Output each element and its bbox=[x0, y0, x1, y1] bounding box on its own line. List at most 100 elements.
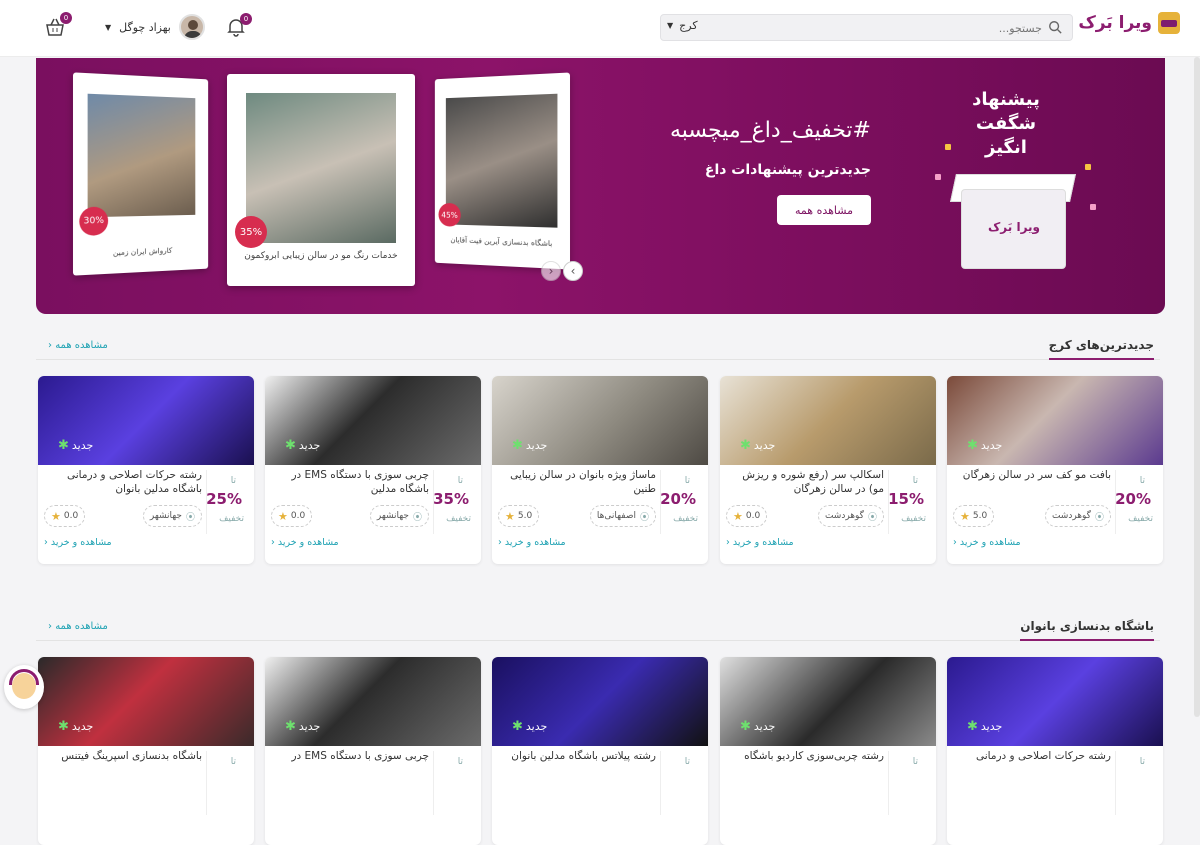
view-and-buy-button[interactable]: مشاهده و خرید ‹ bbox=[271, 537, 339, 548]
discount-upto: تا bbox=[912, 757, 918, 767]
view-and-buy-button[interactable]: مشاهده و خرید ‹ bbox=[44, 537, 112, 548]
product-card[interactable]: جدید ✱ اسکالپ سر (رفع شوره و ریزش مو) در … bbox=[720, 376, 936, 564]
product-card[interactable]: جدید ✱ چربی سوزی با دستگاه EMS در تا bbox=[265, 657, 481, 845]
site-logo[interactable]: ویرا بَرک bbox=[1078, 12, 1180, 34]
city-value: کرج bbox=[679, 19, 698, 32]
product-card[interactable]: جدید ✱ بافت مو کف سر در سالن زهرگان تا 20… bbox=[947, 376, 1163, 564]
star-icon: ★ bbox=[505, 509, 515, 523]
discount-value: 25% bbox=[206, 490, 242, 508]
carousel-next-button[interactable]: › bbox=[563, 261, 583, 281]
new-tag-label: جدید bbox=[980, 720, 1003, 733]
new-tag: جدید ✱ bbox=[58, 438, 93, 453]
logo-icon bbox=[1158, 12, 1180, 34]
product-image: جدید ✱ bbox=[38, 376, 254, 465]
location-pin-icon: ⦿ bbox=[412, 512, 422, 523]
gift-title-line: انگیز bbox=[985, 137, 1027, 158]
new-tag-label: جدید bbox=[753, 439, 776, 452]
view-and-buy-label: مشاهده و خرید bbox=[504, 537, 566, 548]
new-tag: جدید ✱ bbox=[285, 438, 320, 453]
cart-badge: 0 bbox=[60, 12, 72, 24]
hero-card[interactable]: 35% خدمات رنگ مو در سالن زیبایی ابروکمون bbox=[227, 74, 415, 286]
location-pin-icon: ⦿ bbox=[185, 512, 195, 523]
support-chat-button[interactable] bbox=[4, 665, 44, 709]
gift-promo: پیشنهاد شگفت انگیز ویرا بَرک bbox=[921, 74, 1101, 274]
user-menu[interactable]: بهزاد چوگل ▼ bbox=[105, 14, 205, 40]
product-title: ماساژ ویژه بانوان در سالن زیبایی طنین bbox=[510, 469, 656, 495]
new-tag-label: جدید bbox=[298, 439, 321, 452]
discount-upto: تا bbox=[1139, 476, 1145, 486]
confetti bbox=[945, 144, 951, 150]
hero-card-image bbox=[445, 93, 558, 228]
view-and-buy-button[interactable]: مشاهده و خرید ‹ bbox=[953, 537, 1021, 548]
hero-card[interactable]: 30% کارواش ایران زمین bbox=[72, 72, 209, 276]
location-name: جهانشهر bbox=[376, 511, 409, 521]
discount-label: تخفیف bbox=[446, 514, 471, 524]
rating-tag: ★ 0.0 bbox=[726, 505, 768, 527]
chevron-down-icon: ▼ bbox=[667, 21, 674, 30]
discount-upto: تا bbox=[684, 476, 690, 486]
discount-box: تا bbox=[1115, 751, 1159, 815]
new-tag-label: جدید bbox=[753, 720, 776, 733]
discount-upto: تا bbox=[457, 757, 463, 767]
notification-badge: 0 bbox=[240, 13, 252, 25]
product-image: جدید ✱ bbox=[265, 657, 481, 746]
city-select[interactable]: کرج ▼ bbox=[667, 19, 698, 32]
product-title: چربی سوزی با دستگاه EMS در باشگاه مدلین bbox=[291, 469, 429, 495]
star-icon: ★ bbox=[51, 509, 61, 523]
new-tag: جدید ✱ bbox=[740, 719, 775, 734]
sparkle-icon: ✱ bbox=[740, 719, 751, 734]
rating-tag: ★ 5.0 bbox=[953, 505, 995, 527]
star-icon: ★ bbox=[733, 509, 743, 523]
discount-upto: تا bbox=[684, 757, 690, 767]
user-name: بهزاد چوگل bbox=[119, 20, 171, 34]
new-tag-label: جدید bbox=[980, 439, 1003, 452]
gift-box-icon: ویرا بَرک bbox=[961, 189, 1066, 269]
product-card[interactable]: جدید ✱ رشته حرکات اصلاحی و درمانی باشگاه … bbox=[38, 376, 254, 564]
new-tag-label: جدید bbox=[525, 720, 548, 733]
hero-card[interactable]: 45% باشگاه بدنسازی آیرین فیت آقایان bbox=[434, 72, 571, 270]
scrollbar[interactable] bbox=[1194, 57, 1200, 717]
discount-upto: تا bbox=[1139, 757, 1145, 767]
gift-title-line: شگفت bbox=[975, 113, 1037, 134]
new-tag-label: جدید bbox=[71, 720, 94, 733]
gift-title: پیشنهاد شگفت انگیز bbox=[931, 88, 1081, 160]
product-image: جدید ✱ bbox=[947, 657, 1163, 746]
product-image: جدید ✱ bbox=[265, 376, 481, 465]
sparkle-icon: ✱ bbox=[285, 438, 296, 453]
sparkle-icon: ✱ bbox=[512, 719, 523, 734]
search-input[interactable] bbox=[842, 18, 1042, 38]
section-view-all-link[interactable]: مشاهده همه ‹ bbox=[48, 621, 108, 632]
view-and-buy-label: مشاهده و خرید bbox=[959, 537, 1021, 548]
notification-button[interactable]: 0 bbox=[226, 13, 252, 37]
product-card[interactable]: جدید ✱ ماساژ ویژه بانوان در سالن زیبایی ط… bbox=[492, 376, 708, 564]
location-tag: ⦿ اصفهانی‌ها bbox=[589, 505, 656, 527]
discount-box: تا 20% تخفیف bbox=[660, 470, 704, 534]
rating-value: 0.0 bbox=[63, 511, 79, 521]
sparkle-icon: ✱ bbox=[285, 719, 296, 734]
product-title: بافت مو کف سر در سالن زهرگان bbox=[962, 469, 1111, 481]
rating-value: 0.0 bbox=[745, 511, 761, 521]
view-and-buy-button[interactable]: مشاهده و خرید ‹ bbox=[726, 537, 794, 548]
top-header: ویرا بَرک کرج ▼ 0 بهزاد چوگل ▼ 0 bbox=[0, 0, 1200, 57]
product-card[interactable]: جدید ✱ چربی سوزی با دستگاه EMS در باشگاه … bbox=[265, 376, 481, 564]
new-tag-label: جدید bbox=[71, 439, 94, 452]
product-card[interactable]: جدید ✱ رشته حرکات اصلاحی و درمانی تا bbox=[947, 657, 1163, 845]
carousel-prev-button[interactable]: ‹ bbox=[541, 261, 561, 281]
hero-banner: پیشنهاد شگفت انگیز ویرا بَرک #تخفیف_داغ_… bbox=[36, 58, 1165, 314]
product-title: رشته حرکات اصلاحی و درمانی bbox=[975, 750, 1111, 762]
section-view-all-link[interactable]: مشاهده همه ‹ bbox=[48, 340, 108, 351]
hero-hashtag: #تخفیف_داغ_میچسبه bbox=[669, 118, 871, 143]
product-title: اسکالپ سر (رفع شوره و ریزش مو) در سالن ز… bbox=[742, 469, 884, 495]
discount-label: تخفیف bbox=[219, 514, 244, 524]
view-and-buy-button[interactable]: مشاهده و خرید ‹ bbox=[498, 537, 566, 548]
search-icon[interactable] bbox=[1048, 20, 1062, 34]
product-title: چربی سوزی با دستگاه EMS در bbox=[291, 750, 429, 762]
rating-value: 5.0 bbox=[517, 511, 533, 521]
product-card[interactable]: جدید ✱ رشته چربی‌سوزی کاردیو باشگاه تا bbox=[720, 657, 936, 845]
view-all-button[interactable]: مشاهده همه bbox=[777, 195, 871, 225]
product-card[interactable]: جدید ✱ باشگاه بدنسازی اسپرینگ فیتنس تا bbox=[38, 657, 254, 845]
discount-upto: تا bbox=[230, 476, 236, 486]
cart-button[interactable]: 0 bbox=[44, 12, 72, 38]
location-name: جهانشهر bbox=[149, 511, 182, 521]
product-card[interactable]: جدید ✱ رشته پیلاتس باشگاه مدلین بانوان تا bbox=[492, 657, 708, 845]
